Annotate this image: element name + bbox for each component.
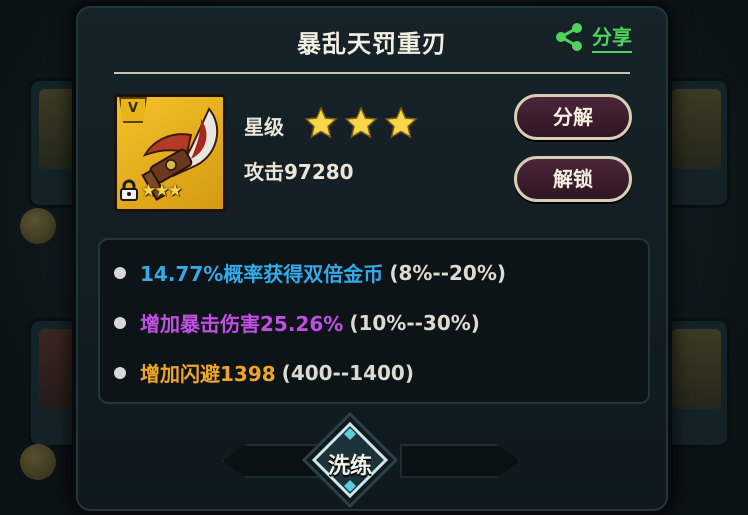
star-icon: [304, 106, 338, 139]
item-star-rating: ★★★: [141, 181, 183, 201]
attribute-value: 14.77%概率获得双倍金币: [140, 262, 384, 286]
share-icon: [556, 23, 582, 51]
lock-icon: [120, 179, 138, 201]
attribute-value: 增加闪避1398: [140, 362, 276, 386]
dismantle-button[interactable]: 分解: [514, 94, 632, 140]
attribute-row: 增加暴击伤害25.26% (10%--30%): [114, 308, 480, 337]
bullet-dot: [114, 316, 126, 329]
star-rating: [304, 106, 418, 140]
bullet-dot: [114, 266, 126, 279]
attribute-row: 14.77%概率获得双倍金币 (8%--20%): [114, 258, 506, 287]
reroll-button[interactable]: 洗练: [300, 410, 400, 510]
coin-icon: [20, 208, 56, 244]
button-wing-decoration: [400, 444, 520, 478]
title-divider: [114, 72, 630, 74]
rarity-badge: V: [119, 97, 147, 123]
attribute-range: (10%--30%): [349, 310, 480, 335]
share-button[interactable]: 分享: [552, 20, 632, 54]
attribute-range: (400--1400): [281, 360, 414, 385]
coin-icon: [20, 444, 56, 480]
star-icon: [344, 106, 378, 139]
share-label: 分享: [592, 21, 632, 53]
star-level-label: 星级: [244, 115, 284, 139]
attribute-list: 14.77%概率获得双倍金币 (8%--20%) 增加暴击伤害25.26% (1…: [98, 238, 650, 404]
attribute-value: 增加暴击伤害25.26%: [140, 312, 344, 336]
unlock-button[interactable]: 解锁: [514, 156, 632, 202]
reroll-label: 洗练: [327, 454, 372, 479]
game-screen: 暴乱天罚重刃 分享 V ★★★ 星级 攻击97280 分解 解锁 14.77%概…: [0, 0, 748, 515]
attribute-range: (8%--20%): [389, 260, 507, 285]
bullet-dot: [114, 366, 126, 379]
item-icon: V ★★★: [114, 94, 226, 212]
attack-stat: 攻击97280: [244, 160, 354, 184]
attribute-row: 增加闪避1398 (400--1400): [114, 358, 414, 387]
star-icon: [384, 106, 418, 139]
